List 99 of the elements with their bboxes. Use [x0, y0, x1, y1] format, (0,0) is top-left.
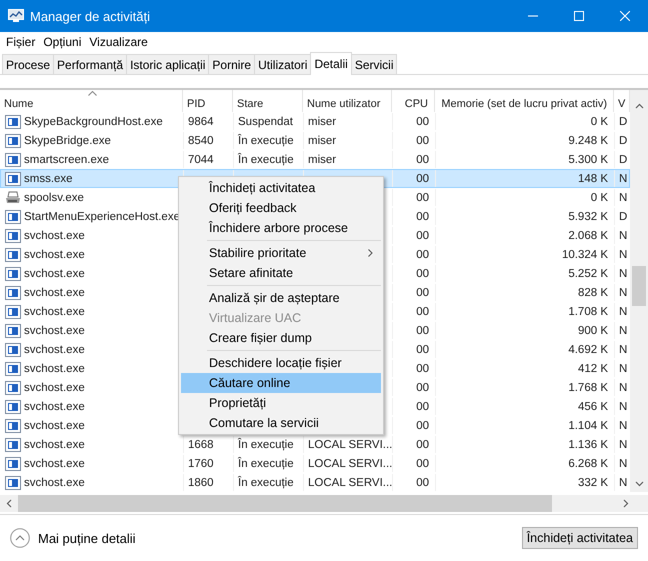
- table-cell: 00: [416, 268, 429, 280]
- table-cell: N: [619, 382, 628, 394]
- table-cell: svchost.exe: [24, 382, 85, 394]
- table-cell: 00: [416, 438, 429, 450]
- table-cell: 0 K: [590, 116, 608, 128]
- table-cell: svchost.exe: [24, 420, 85, 432]
- table-cell: 00: [416, 230, 429, 242]
- table-cell: 00: [416, 248, 429, 260]
- table-cell: 1.104 K: [568, 420, 608, 432]
- table-cell: 332 K: [578, 476, 608, 488]
- table-cell: N: [619, 438, 628, 450]
- table-cell: 00: [416, 324, 429, 336]
- table-cell: N: [619, 476, 628, 488]
- table-cell: În execuție: [238, 476, 294, 488]
- table-cell: D: [619, 210, 628, 222]
- table-cell: 2.068 K: [568, 230, 608, 242]
- table-cell: 1760: [188, 458, 214, 470]
- table-cell: 148 K: [578, 172, 608, 184]
- table-cell: 00: [416, 344, 429, 356]
- table-cell: svchost.exe: [24, 458, 85, 470]
- table-cell: 6.268 K: [568, 458, 608, 470]
- table-cell: spoolsv.exe: [24, 192, 84, 204]
- table-cell: svchost.exe: [24, 306, 85, 318]
- table-cell: 00: [416, 306, 429, 318]
- table-cell: N: [619, 286, 628, 298]
- table-cell: svchost.exe: [24, 324, 85, 336]
- table-cell: În execuție: [238, 458, 294, 470]
- table-cell: N: [619, 230, 628, 242]
- table-cell: N: [619, 324, 628, 336]
- table-cell: 1.708 K: [568, 306, 608, 318]
- table-cell: svchost.exe: [24, 400, 85, 412]
- table-cell: StartMenuExperienceHost.exe: [24, 210, 180, 222]
- table-cell: 00: [416, 420, 429, 432]
- table-cell: 1668: [188, 438, 214, 450]
- table-cell: LOCAL SERVI...: [308, 476, 392, 488]
- table-cell: 5.932 K: [568, 210, 608, 222]
- table-cell: 1860: [188, 476, 214, 488]
- table-cell: 00: [416, 210, 429, 222]
- table-cell: D: [619, 116, 628, 128]
- table-cell: svchost.exe: [24, 248, 85, 260]
- table-cell: Suspendat: [238, 116, 293, 128]
- table-cell: N: [619, 344, 628, 356]
- table-cell: svchost.exe: [24, 362, 85, 374]
- table-cell: N: [619, 400, 628, 412]
- table-cell: 412 K: [578, 362, 608, 374]
- table-cell: 4.692 K: [568, 344, 608, 356]
- table-cell: 5.252 K: [568, 268, 608, 280]
- table-cell: svchost.exe: [24, 438, 85, 450]
- table-cell: 9.248 K: [568, 134, 608, 146]
- table-cell: miser: [308, 116, 336, 128]
- table-cell: svchost.exe: [24, 286, 85, 298]
- table-cell: N: [619, 268, 628, 280]
- table-cell: N: [619, 362, 628, 374]
- table-cell: În execuție: [238, 154, 294, 166]
- table-cell: miser: [308, 154, 336, 166]
- table-cell: SkypeBackgroundHost.exe: [24, 116, 163, 128]
- table-cell: 00: [416, 382, 429, 394]
- table-cell: N: [619, 248, 628, 260]
- table-cell: 8540: [188, 134, 214, 146]
- table-cell: N: [619, 172, 628, 184]
- table-cell: D: [619, 134, 628, 146]
- table-cell: 00: [416, 362, 429, 374]
- table-cell: În execuție: [238, 438, 294, 450]
- table-cell: svchost.exe: [24, 344, 85, 356]
- table-cell: 7044: [188, 154, 214, 166]
- table-cell: 456 K: [578, 400, 608, 412]
- table-cell: 00: [416, 476, 429, 488]
- table-cell: SkypeBridge.exe: [24, 134, 111, 146]
- table-cell: În execuție: [238, 134, 294, 146]
- table-cell: LOCAL SERVI...: [308, 438, 392, 450]
- table-cell: 828 K: [578, 286, 608, 298]
- table-cell: 00: [416, 192, 429, 204]
- table-cell: 0 K: [590, 192, 608, 204]
- table-cell: N: [619, 458, 628, 470]
- table-cell: svchost.exe: [24, 476, 85, 488]
- table-cell: smartscreen.exe: [24, 154, 110, 166]
- table-cell: 1.136 K: [568, 438, 608, 450]
- table-cell: miser: [308, 134, 336, 146]
- table-cell: 900 K: [578, 324, 608, 336]
- table-cell: N: [619, 306, 628, 318]
- table-cell: 00: [416, 400, 429, 412]
- table-cell: LOCAL SERVI...: [308, 458, 392, 470]
- table-cell: N: [619, 192, 628, 204]
- table-cell: 00: [416, 458, 429, 470]
- table-cell: svchost.exe: [24, 268, 85, 280]
- table-cell: 00: [416, 154, 429, 166]
- window-title: Manager de activități: [30, 8, 151, 24]
- table-cell: 5.300 K: [568, 154, 608, 166]
- table-cell: 00: [416, 286, 429, 298]
- table-cell: D: [619, 154, 628, 166]
- table-cell: 00: [416, 116, 429, 128]
- table-cell: 10.324 K: [562, 248, 608, 260]
- table-cell: N: [619, 420, 628, 432]
- table-cell: smss.exe: [24, 172, 73, 184]
- table-cell: 9864: [188, 116, 214, 128]
- table-cell: 1.768 K: [568, 382, 608, 394]
- table-cell: svchost.exe: [24, 230, 85, 242]
- table-cell: 00: [416, 134, 429, 146]
- table-cell: 00: [416, 172, 429, 184]
